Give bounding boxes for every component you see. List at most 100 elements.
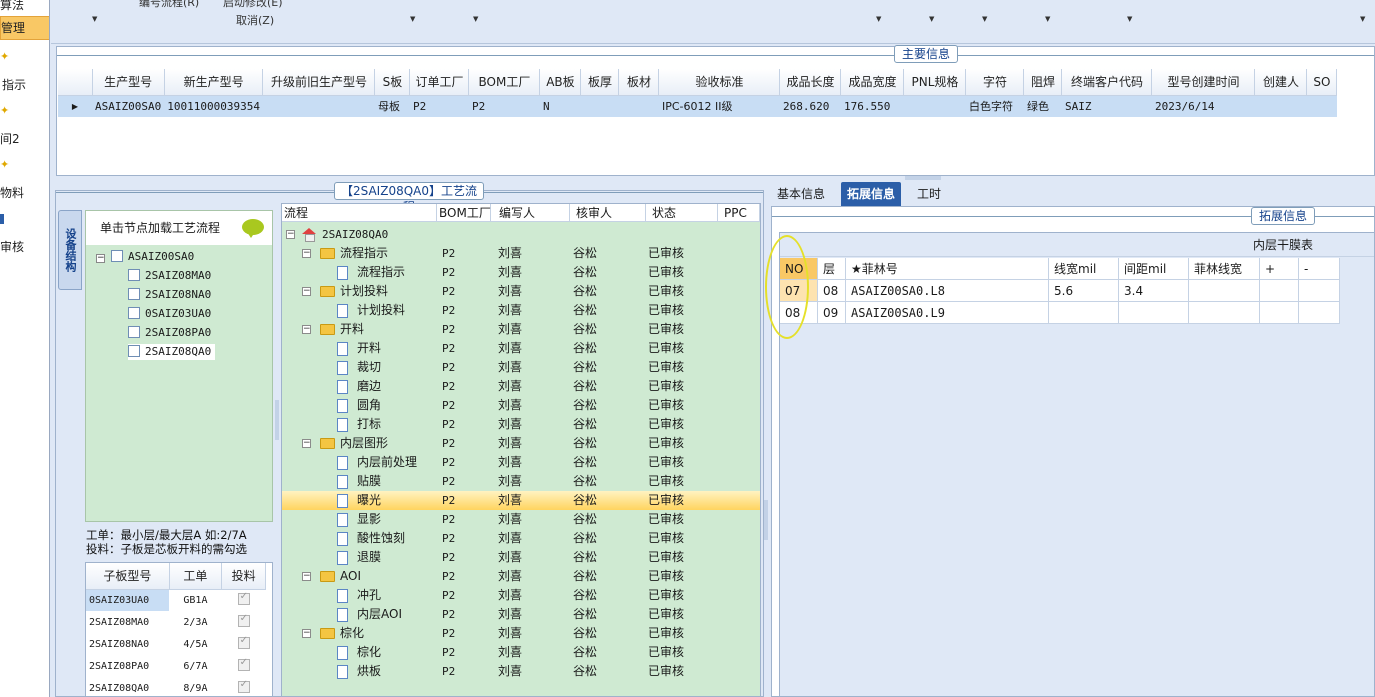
col-header[interactable]: 层	[818, 258, 846, 280]
table-row[interactable]: 0SAIZ03UA0 GB1A	[86, 589, 266, 611]
tab-work-hours[interactable]: 工时	[911, 182, 947, 206]
process-step-row[interactable]: 开料 P2 刘喜 谷松 已审核	[282, 339, 760, 358]
add-row-button[interactable]: +	[1260, 258, 1299, 280]
table-cell[interactable]: 176.550	[840, 95, 904, 117]
table-cell[interactable]	[903, 95, 966, 117]
splitter-handle[interactable]	[905, 176, 941, 180]
table-cell[interactable]	[222, 677, 266, 696]
dropdown-arrow-icon[interactable]: ▼	[1127, 15, 1132, 23]
col-header[interactable]: AB板	[539, 69, 582, 96]
table-cell[interactable]: IPC-6012 II级	[658, 95, 780, 117]
nav-item-review[interactable]: 审核	[0, 238, 49, 254]
menu-number-flow[interactable]: 编号流程(R)	[139, 0, 199, 10]
process-group-row[interactable]: − 计划投料 P2 刘喜 谷松 已审核	[282, 282, 760, 301]
menu-start-modify[interactable]: 启动修改(E)	[223, 0, 283, 10]
tree-node-selected[interactable]: 2SAIZ08QA0	[128, 344, 216, 360]
table-cell[interactable]: 8/9A	[169, 677, 222, 696]
feed-checkbox[interactable]	[237, 679, 250, 693]
col-header[interactable]: 编写人	[491, 204, 570, 222]
collapse-icon[interactable]: −	[96, 254, 105, 263]
collapse-icon[interactable]: −	[302, 249, 311, 258]
col-header[interactable]: SO	[1306, 69, 1338, 96]
table-cell[interactable]: 3.4	[1119, 280, 1189, 302]
table-row[interactable]: 2SAIZ08QA0 8/9A	[86, 677, 266, 696]
nav-item-management[interactable]: 管理	[0, 16, 49, 40]
col-header[interactable]: PNL规格	[903, 69, 967, 96]
table-cell[interactable]: SAIZ	[1061, 95, 1152, 117]
table-row[interactable]: 2SAIZ08MA0 2/3A	[86, 611, 266, 633]
table-cell[interactable]: 2SAIZ08QA0	[86, 677, 169, 696]
collapse-icon[interactable]: −	[302, 439, 311, 448]
table-cell[interactable]	[618, 95, 659, 117]
col-header[interactable]: 核审人	[570, 204, 646, 222]
table-cell[interactable]: GB1A	[169, 589, 222, 611]
col-header[interactable]: 生产型号	[92, 69, 165, 96]
collapse-icon[interactable]: −	[302, 629, 311, 638]
col-header[interactable]: 子板型号	[86, 563, 170, 590]
col-header[interactable]: 验收标准	[658, 69, 781, 96]
table-row[interactable]: 2SAIZ08PA0 6/7A	[86, 655, 266, 677]
dropdown-arrow-icon[interactable]: ▼	[876, 15, 881, 23]
process-group-row[interactable]: − 棕化 P2 刘喜 谷松 已审核	[282, 624, 760, 643]
col-header[interactable]: 型号创建时间	[1151, 69, 1256, 96]
col-header[interactable]: 工单	[169, 563, 223, 590]
table-cell[interactable]: P2	[409, 95, 469, 117]
col-header[interactable]: 菲林线宽	[1189, 258, 1260, 280]
tree-root-row[interactable]: − 2SAIZ08QA0	[282, 225, 760, 244]
splitter-handle[interactable]	[275, 400, 279, 440]
process-step-row[interactable]: 烘板 P2 刘喜 谷松 已审核	[282, 662, 760, 681]
table-row[interactable]: 2SAIZ08NA0 4/5A	[86, 633, 266, 655]
col-header[interactable]: 字符	[965, 69, 1025, 96]
col-header[interactable]: 成品长度	[779, 69, 842, 96]
table-cell[interactable]	[1299, 302, 1340, 324]
table-cell[interactable]	[1260, 302, 1299, 324]
col-header[interactable]: 状态	[646, 204, 718, 222]
table-cell[interactable]: 4/5A	[169, 633, 222, 655]
tree-node[interactable]: 2SAIZ08PA0	[128, 325, 211, 341]
table-cell[interactable]: 08	[818, 280, 846, 302]
col-header[interactable]: 订单工厂	[409, 69, 470, 96]
col-header[interactable]: BOM工厂	[437, 204, 491, 222]
process-step-row[interactable]: 贴膜 P2 刘喜 谷松 已审核	[282, 472, 760, 491]
table-cell[interactable]: ASAIZ00SA0.L8	[846, 280, 1049, 302]
dropdown-arrow-icon[interactable]: ▼	[1045, 15, 1050, 23]
tab-basic-info[interactable]: 基本信息	[771, 182, 831, 206]
collapse-icon[interactable]: −	[302, 287, 311, 296]
table-cell[interactable]: 2SAIZ08MA0	[86, 611, 169, 633]
table-cell[interactable]: 268.620	[779, 95, 841, 117]
tab-extended-info[interactable]: 拓展信息	[841, 182, 902, 206]
col-header[interactable]: 线宽mil	[1049, 258, 1119, 280]
col-header[interactable]: 升级前旧生产型号	[262, 69, 376, 96]
tree-node[interactable]: 0SAIZ03UA0	[128, 306, 211, 322]
table-cell[interactable]: 09	[818, 302, 846, 324]
nav-item-material[interactable]: 物料	[0, 184, 49, 200]
table-cell[interactable]: 白色字符	[965, 95, 1024, 117]
col-header[interactable]: 板厚	[580, 69, 620, 96]
process-step-row[interactable]: 曝光 P2 刘喜 谷松 已审核	[282, 491, 760, 510]
dropdown-arrow-icon[interactable]: ▼	[92, 15, 97, 23]
process-step-row[interactable]: 计划投料 P2 刘喜 谷松 已审核	[282, 301, 760, 320]
col-header[interactable]: 成品宽度	[840, 69, 905, 96]
table-cell[interactable]: 6/7A	[169, 655, 222, 677]
col-header[interactable]: 阻焊	[1023, 69, 1063, 96]
col-header[interactable]: ★菲林号	[846, 258, 1049, 280]
remove-row-button[interactable]: -	[1299, 258, 1340, 280]
table-cell[interactable]: 2SAIZ08NA0	[86, 633, 169, 655]
table-cell[interactable]: P2	[468, 95, 540, 117]
nav-item-instruction[interactable]: 指示	[0, 76, 49, 92]
tree-node[interactable]: 2SAIZ08NA0	[128, 287, 211, 303]
table-cell[interactable]: 5.6	[1049, 280, 1119, 302]
table-cell[interactable]	[222, 611, 266, 633]
process-step-row[interactable]: 退膜 P2 刘喜 谷松 已审核	[282, 548, 760, 567]
dropdown-arrow-icon[interactable]: ▼	[473, 15, 478, 23]
nav-item-2[interactable]: 间2	[0, 130, 49, 146]
collapse-icon[interactable]: −	[302, 325, 311, 334]
col-header[interactable]: 流程	[282, 204, 437, 222]
tab-device-structure[interactable]: 设备结构	[58, 210, 82, 290]
splitter-handle[interactable]	[764, 500, 768, 540]
table-cell[interactable]: 2SAIZ08PA0	[86, 655, 169, 677]
process-step-row[interactable]: 内层前处理 P2 刘喜 谷松 已审核	[282, 453, 760, 472]
col-header[interactable]: BOM工厂	[468, 69, 541, 96]
table-cell[interactable]: 绿色	[1023, 95, 1062, 117]
nav-item-algorithm[interactable]: 算法	[0, 0, 49, 12]
